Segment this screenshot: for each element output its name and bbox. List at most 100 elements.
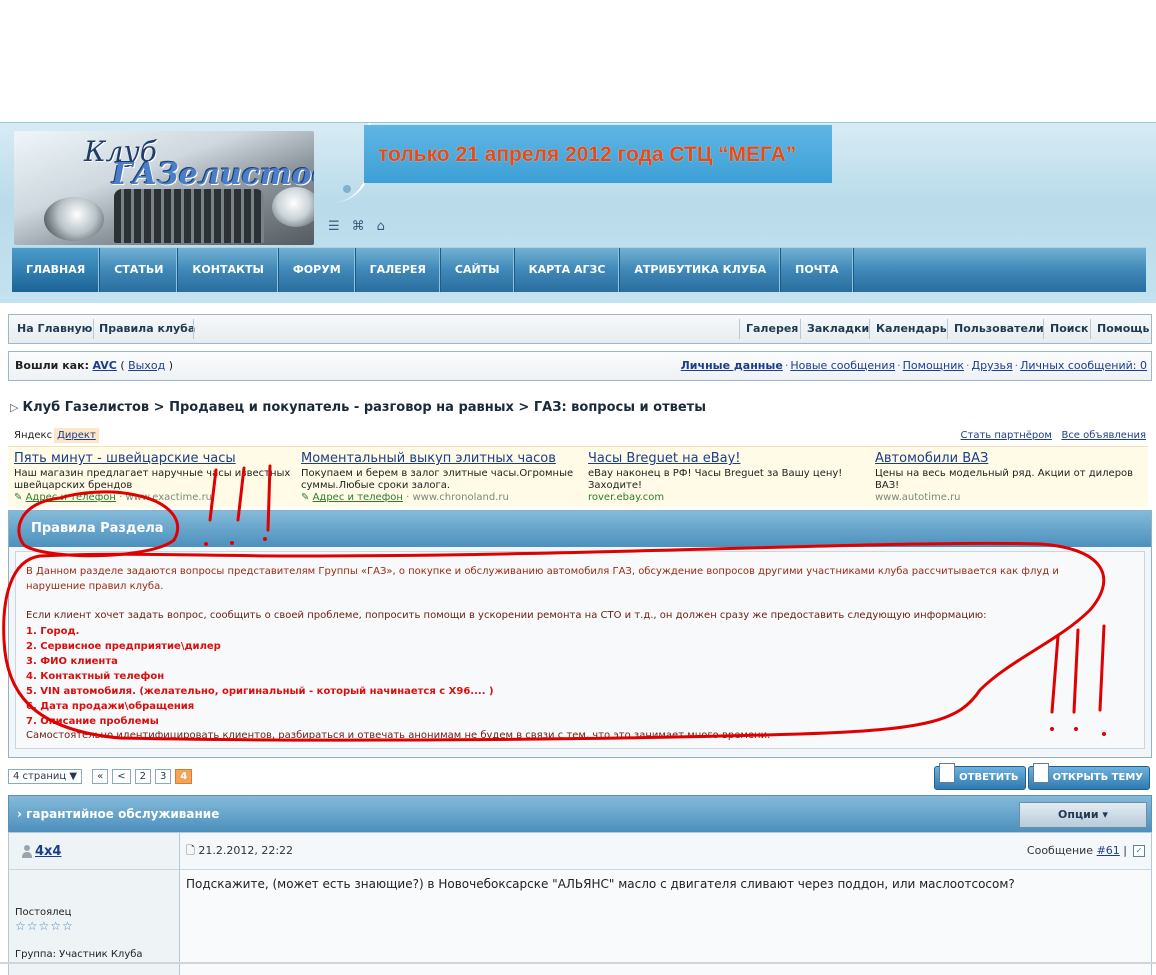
promo-banner-text: только 21 апреля 2012 года СТЦ “МЕГА”: [378, 143, 797, 166]
rules-footer: Самостоятельно идентифицировать клиентов…: [26, 730, 771, 741]
ad-block: Пять минут - швейцарские часы Наш магази…: [8, 446, 1148, 507]
rules-list-item: 1. Город.: [26, 626, 80, 637]
page-3[interactable]: 3: [154, 769, 172, 784]
nav-mail[interactable]: ПОЧТА: [781, 248, 854, 292]
nav-sites[interactable]: САЙТЫ: [441, 248, 515, 292]
ad-url[interactable]: www.exactime.ru: [125, 492, 212, 503]
nav-club-merch[interactable]: АТРИБУТИКА КЛУБА: [620, 248, 782, 292]
new-topic-label: ОТКРЫТЬ ТЕМУ: [1052, 772, 1143, 783]
divider: [93, 319, 94, 339]
rules-title: Правила Раздела: [9, 511, 1151, 547]
site-header: Клуб ГАЗелистов только 21 апреля 2012 го…: [0, 122, 1156, 303]
breadcrumb-subforum[interactable]: ГАЗ: вопросы и ответы: [534, 400, 706, 415]
post-number: Сообщение #61 |: [1026, 844, 1127, 857]
grille-image: [114, 189, 264, 243]
post-number-link[interactable]: #61: [1097, 844, 1120, 857]
nav-articles[interactable]: СТАТЬИ: [100, 248, 179, 292]
rules-list-item: 2. Сервисное предприятие\дилер: [26, 641, 221, 652]
ad-title[interactable]: Часы Breguet на eBay!: [588, 451, 866, 466]
yandex-label: Яндекс: [14, 430, 53, 441]
options-label: Опции: [1058, 808, 1099, 821]
link-private-messages[interactable]: Личных сообщений: 0: [1020, 359, 1147, 372]
first-page-button[interactable]: «: [92, 769, 109, 784]
link-friends[interactable]: Друзья: [972, 359, 1013, 372]
ad-url[interactable]: www.chronoland.ru: [412, 492, 508, 503]
post-content: 🗋 21.2.2012, 22:22 Сообщение #61 | ✓ Под…: [180, 833, 1151, 975]
logout-link[interactable]: Выход: [128, 359, 165, 372]
link-help[interactable]: Помощь: [1097, 315, 1149, 343]
become-partner-link[interactable]: Стать партнёром: [961, 430, 1052, 441]
ad-title[interactable]: Пять минут - швейцарские часы: [14, 451, 292, 466]
prev-page-button[interactable]: <: [112, 769, 131, 784]
club-logo[interactable]: Клуб ГАЗелистов: [14, 131, 314, 245]
select-post-checkbox[interactable]: ✓: [1133, 845, 1145, 857]
nav-forum[interactable]: ФОРУМ: [279, 248, 356, 292]
ad-description: eBay наконец в РФ! Часы Breguet за Вашу …: [588, 468, 843, 491]
action-buttons: ОТВЕТИТЬ ОТКРЫТЬ ТЕМУ: [934, 763, 1150, 790]
rules-client-info: Если клиент хочет задать вопрос, сообщит…: [26, 610, 987, 621]
link-bookmarks[interactable]: Закладки: [807, 315, 869, 343]
post-author-panel: 4x4 Постоялец ☆☆☆☆☆ Группа: Участник Клу…: [9, 833, 180, 975]
link-profile[interactable]: Личные данные: [681, 359, 783, 372]
rules-list-item: 4. Контактный телефон: [26, 671, 165, 682]
link-club-rules[interactable]: Правила клуба: [99, 315, 195, 343]
author-group: Группа: Участник Клуба: [15, 949, 143, 960]
divider: [1043, 319, 1044, 339]
nav-gallery[interactable]: ГАЛЕРЕЯ: [356, 248, 441, 292]
all-ads-link[interactable]: Все объявления: [1061, 430, 1146, 441]
phone-icon: ✎: [301, 492, 310, 503]
breadcrumb: ▷ Клуб Газелистов > Продавец и покупатель…: [10, 400, 706, 415]
logo-text-line2: ГАЗелистов: [112, 157, 314, 192]
page-2[interactable]: 2: [134, 769, 151, 784]
section-rules: Правила Раздела В Данном разделе задаютс…: [8, 510, 1152, 758]
new-topic-button[interactable]: ОТКРЫТЬ ТЕМУ: [1027, 763, 1150, 790]
breadcrumb-club[interactable]: Клуб Газелистов: [22, 400, 149, 415]
username-link[interactable]: AVC: [92, 359, 116, 372]
ad-description: Покупаем и берем в залог элитные часы.Ог…: [301, 468, 574, 491]
header-dot: [343, 185, 351, 193]
main-nav: ГЛАВНАЯ СТАТЬИ КОНТАКТЫ ФОРУМ ГАЛЕРЕЯ СА…: [12, 247, 1146, 292]
options-button[interactable]: Опции ▾: [1019, 802, 1147, 828]
divider: [739, 319, 740, 339]
link-assistant[interactable]: Помощник: [903, 359, 964, 372]
user-bar: Вошли как: AVC ( Выход ) Личные данные · Н…: [8, 351, 1152, 381]
link-calendar[interactable]: Календарь: [876, 315, 947, 343]
ad-title[interactable]: Автомобили ВАЗ: [875, 451, 1153, 466]
ad-address-link[interactable]: Адрес и телефон: [313, 492, 403, 503]
reply-button[interactable]: ОТВЕТИТЬ: [934, 763, 1026, 790]
rank-stars-icon: ☆☆☆☆☆: [15, 919, 74, 933]
link-new-posts[interactable]: Новые сообщения: [790, 359, 895, 372]
forum-toolbar: На Главную Правила клуба Галерея Закладк…: [8, 314, 1152, 344]
rules-list-item: 3. ФИО клиента: [26, 656, 118, 667]
dropdown-arrow-icon: ▾: [1102, 808, 1108, 821]
home-icon[interactable]: ⌂: [377, 219, 385, 234]
page-count-dropdown[interactable]: 4 страниц ▼: [8, 769, 83, 784]
arrow-icon: ›: [17, 807, 22, 821]
ad-item: Моментальный выкуп элитных часов Покупае…: [301, 451, 579, 503]
divider: [0, 962, 1156, 964]
rules-list-item: 5. VIN автомобиля. (желательно, оригинал…: [26, 686, 494, 697]
nav-contacts[interactable]: КОНТАКТЫ: [178, 248, 279, 292]
sitemap-icon[interactable]: ⌘: [352, 219, 365, 234]
list-icon[interactable]: ☰: [328, 219, 340, 234]
page-4-current[interactable]: 4: [175, 769, 193, 784]
link-home[interactable]: На Главную: [17, 315, 92, 343]
breadcrumb-forum[interactable]: Продавец и покупатель - разговор на равн…: [169, 400, 514, 415]
link-search[interactable]: Поиск: [1050, 315, 1088, 343]
new-topic-icon: [1032, 763, 1049, 783]
logged-as-label: Вошли как:: [15, 359, 89, 372]
divider: [193, 319, 194, 339]
ad-title[interactable]: Моментальный выкуп элитных часов: [301, 451, 579, 466]
post-author[interactable]: 4x4: [35, 844, 61, 859]
nav-gas-map[interactable]: КАРТА АГЗС: [515, 248, 621, 292]
ad-address-link[interactable]: Адрес и телефон: [26, 492, 116, 503]
direct-link[interactable]: Директ: [54, 428, 99, 443]
link-gallery[interactable]: Галерея: [746, 315, 798, 343]
nav-home[interactable]: ГЛАВНАЯ: [12, 248, 101, 292]
link-members[interactable]: Пользователи: [954, 315, 1044, 343]
divider: [869, 319, 870, 339]
promo-banner[interactable]: только 21 апреля 2012 года СТЦ “МЕГА”: [364, 125, 832, 183]
ad-url[interactable]: rover.ebay.com: [588, 492, 664, 503]
ad-url[interactable]: www.autotime.ru: [875, 492, 961, 503]
user-links: Личные данные · Новые сообщения · Помощник · Д…: [680, 359, 1147, 372]
